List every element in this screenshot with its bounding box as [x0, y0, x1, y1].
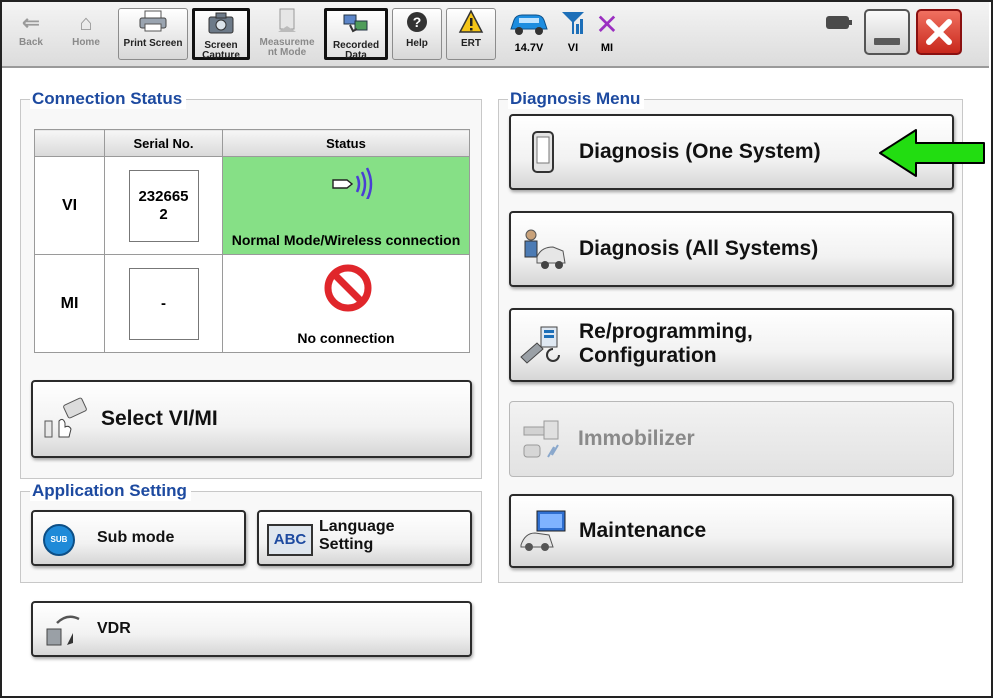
gauge-icon [254, 8, 320, 38]
print-screen-button[interactable]: Print Screen [118, 8, 188, 60]
back-arrow-icon: ⇐ [21, 10, 41, 35]
handheld-device-icon [532, 131, 554, 173]
printer-icon [119, 9, 187, 39]
mi-disconnected-icon: ✕ [595, 9, 619, 40]
language-setting-button[interactable]: ABC Language Setting [257, 510, 472, 566]
table-header-row: Serial No. Status [34, 129, 470, 157]
back-button[interactable]: ⇐ Back [8, 8, 54, 60]
mi-indicator: ✕ MI [592, 8, 622, 60]
diagnosis-menu-title: Diagnosis Menu [508, 89, 645, 109]
connection-status-title: Connection Status [30, 89, 187, 109]
serial-header: Serial No. [104, 129, 223, 157]
table-row: VI 232665 2 Normal Mode/Wireless connect… [34, 156, 470, 255]
row-label-vi: VI [34, 156, 105, 255]
measurement-mode-button[interactable]: Measureme nt Mode [254, 8, 320, 60]
row-label-mi: MI [34, 254, 105, 353]
vi-status-cell: Normal Mode/Wireless connection [222, 156, 470, 255]
immobilizer-button[interactable]: Immobilizer [509, 401, 954, 477]
wireless-icon [332, 167, 373, 199]
vdr-icon [46, 615, 80, 646]
pointing-arrow-icon [879, 129, 985, 177]
vdr-button[interactable]: VDR [31, 601, 472, 657]
select-vi-mi-button[interactable]: Select VI/MI [31, 380, 472, 458]
svg-text:?: ? [413, 14, 422, 30]
minimize-button[interactable] [864, 9, 910, 55]
vi-serial-field: 232665 2 [128, 169, 199, 242]
car-battery-icon [506, 8, 552, 42]
vi-signal-icon [558, 8, 588, 42]
sub-mode-button[interactable]: SUB Sub mode [31, 510, 246, 566]
abc-icon: ABC [267, 524, 313, 556]
connection-table: Serial No. Status VI 232665 2 Normal Mod… [34, 129, 470, 353]
maintenance-button[interactable]: Maintenance [509, 494, 954, 568]
close-button[interactable] [916, 9, 962, 55]
diagnosis-all-systems-button[interactable]: Diagnosis (All Systems) [509, 211, 954, 287]
mi-serial-field: - [128, 267, 199, 340]
close-icon [926, 19, 952, 45]
screen-capture-button[interactable]: Screen Capture [192, 8, 250, 61]
maintenance-computer-icon [520, 510, 566, 551]
sub-icon: SUB [43, 524, 75, 556]
home-icon: ⌂ [79, 10, 93, 35]
battery-voltage-indicator: 14.7V [506, 8, 552, 60]
status-header: Status [222, 129, 470, 157]
camera-icon [195, 11, 247, 41]
mi-status-cell: No connection [222, 254, 470, 353]
vi-mi-device-icon [44, 397, 87, 438]
battery-indicator [824, 8, 854, 60]
warning-icon [447, 9, 495, 39]
reprogramming-configuration-button[interactable]: Re/programming, Configuration [509, 308, 954, 382]
key-immobilizer-icon [523, 420, 559, 458]
home-button[interactable]: ⌂ Home [58, 8, 114, 60]
mi-status-text: No connection [297, 330, 395, 346]
recorded-data-button[interactable]: Recorded Data [324, 8, 388, 61]
toolbar: ⇐ Back ⌂ Home Print Screen Screen Captur… [2, 2, 989, 68]
help-icon: ? [393, 9, 441, 39]
table-row: MI - No connection [34, 254, 470, 353]
help-button[interactable]: ? Help [392, 8, 442, 60]
vi-indicator: VI [558, 8, 588, 60]
recorded-data-icon [327, 11, 385, 41]
mechanic-car-icon [524, 229, 566, 269]
application-setting-title: Application Setting [30, 481, 191, 501]
battery-icon [824, 8, 854, 42]
reprogramming-icon [520, 326, 560, 364]
vi-status-text: Normal Mode/Wireless connection [231, 232, 461, 248]
ert-button[interactable]: ERT [446, 8, 496, 60]
no-entry-icon [324, 264, 372, 312]
